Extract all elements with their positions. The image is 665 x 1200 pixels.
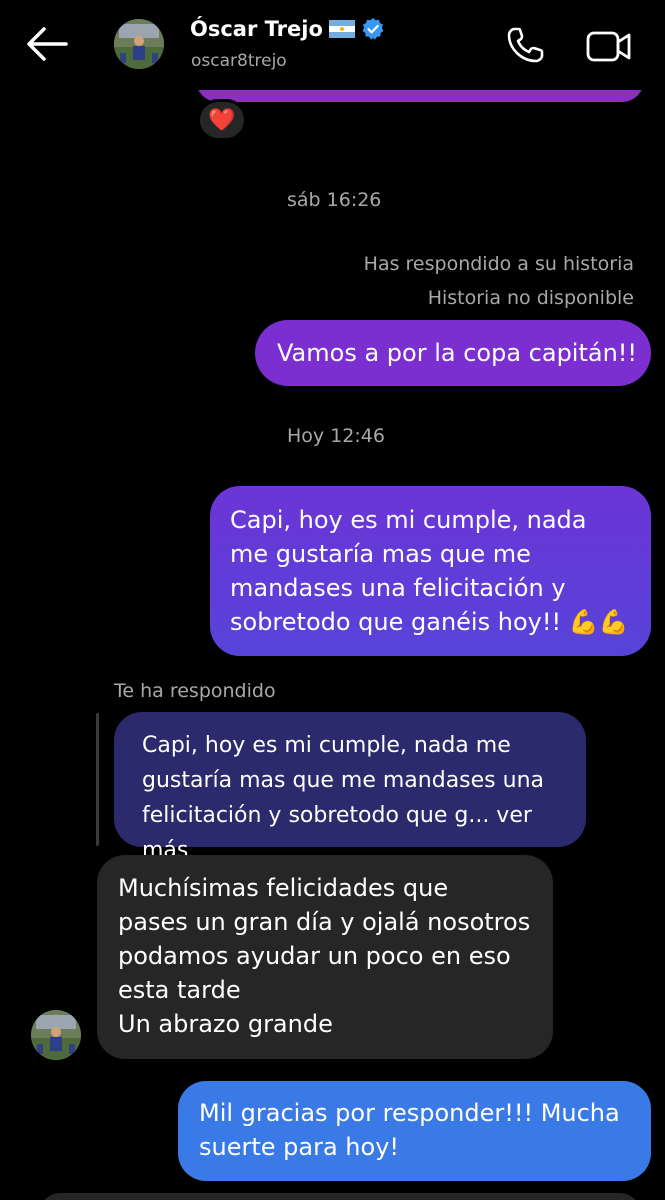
flexed-biceps-emoji: 💪💪 (568, 608, 629, 636)
video-call-button[interactable] (584, 27, 634, 65)
back-button[interactable] (22, 22, 72, 66)
received-message[interactable]: Muchísimas felicidades que pases un gran… (97, 855, 553, 1059)
contact-username[interactable]: oscar8trejo (191, 51, 287, 71)
sent-message[interactable]: Vamos a por la copa capitán!! (255, 320, 651, 386)
timestamp: Hoy 12:46 (287, 425, 385, 447)
contact-name-row[interactable]: Óscar Trejo (190, 17, 385, 41)
sent-message[interactable]: Capi, hoy es mi cumple, nada me gustaría… (210, 486, 651, 656)
video-camera-icon (586, 31, 631, 62)
chat-header: Óscar Trejo oscar8trejo (0, 0, 665, 90)
message-line: podamos ayudar un poco en eso (118, 942, 511, 970)
message-line: Un abrazo grande (118, 1010, 333, 1038)
quoted-message[interactable]: Capi, hoy es mi cumple, nada me gustaría… (114, 712, 586, 863)
voice-call-button[interactable] (505, 25, 549, 65)
sent-message[interactable]: Mil gracias por responder!!! Mucha suert… (178, 1081, 651, 1181)
contact-name: Óscar Trejo (190, 17, 323, 41)
verified-badge-icon (361, 17, 385, 41)
story-reply-label: Has respondido a su historia (363, 253, 634, 275)
next-message-bubble[interactable] (40, 1193, 640, 1200)
arrow-left-icon (27, 27, 68, 61)
message-text: Capi, hoy es mi cumple, nada me gustaría… (230, 506, 587, 636)
sender-avatar[interactable] (31, 1010, 81, 1060)
message-line: esta tarde (118, 976, 241, 1004)
heart-reaction[interactable]: ❤️ (197, 99, 247, 141)
contact-avatar[interactable] (114, 19, 164, 69)
reply-indicator-bar (96, 713, 99, 846)
timestamp: sáb 16:26 (287, 189, 382, 211)
argentina-flag-icon (328, 20, 355, 38)
reply-label: Te ha respondido (114, 680, 276, 702)
phone-icon (507, 27, 544, 63)
story-unavailable-label: Historia no disponible (427, 287, 634, 309)
message-line: pases un gran día y ojalá nosotros (118, 908, 531, 936)
message-line: Muchísimas felicidades que (118, 874, 449, 902)
